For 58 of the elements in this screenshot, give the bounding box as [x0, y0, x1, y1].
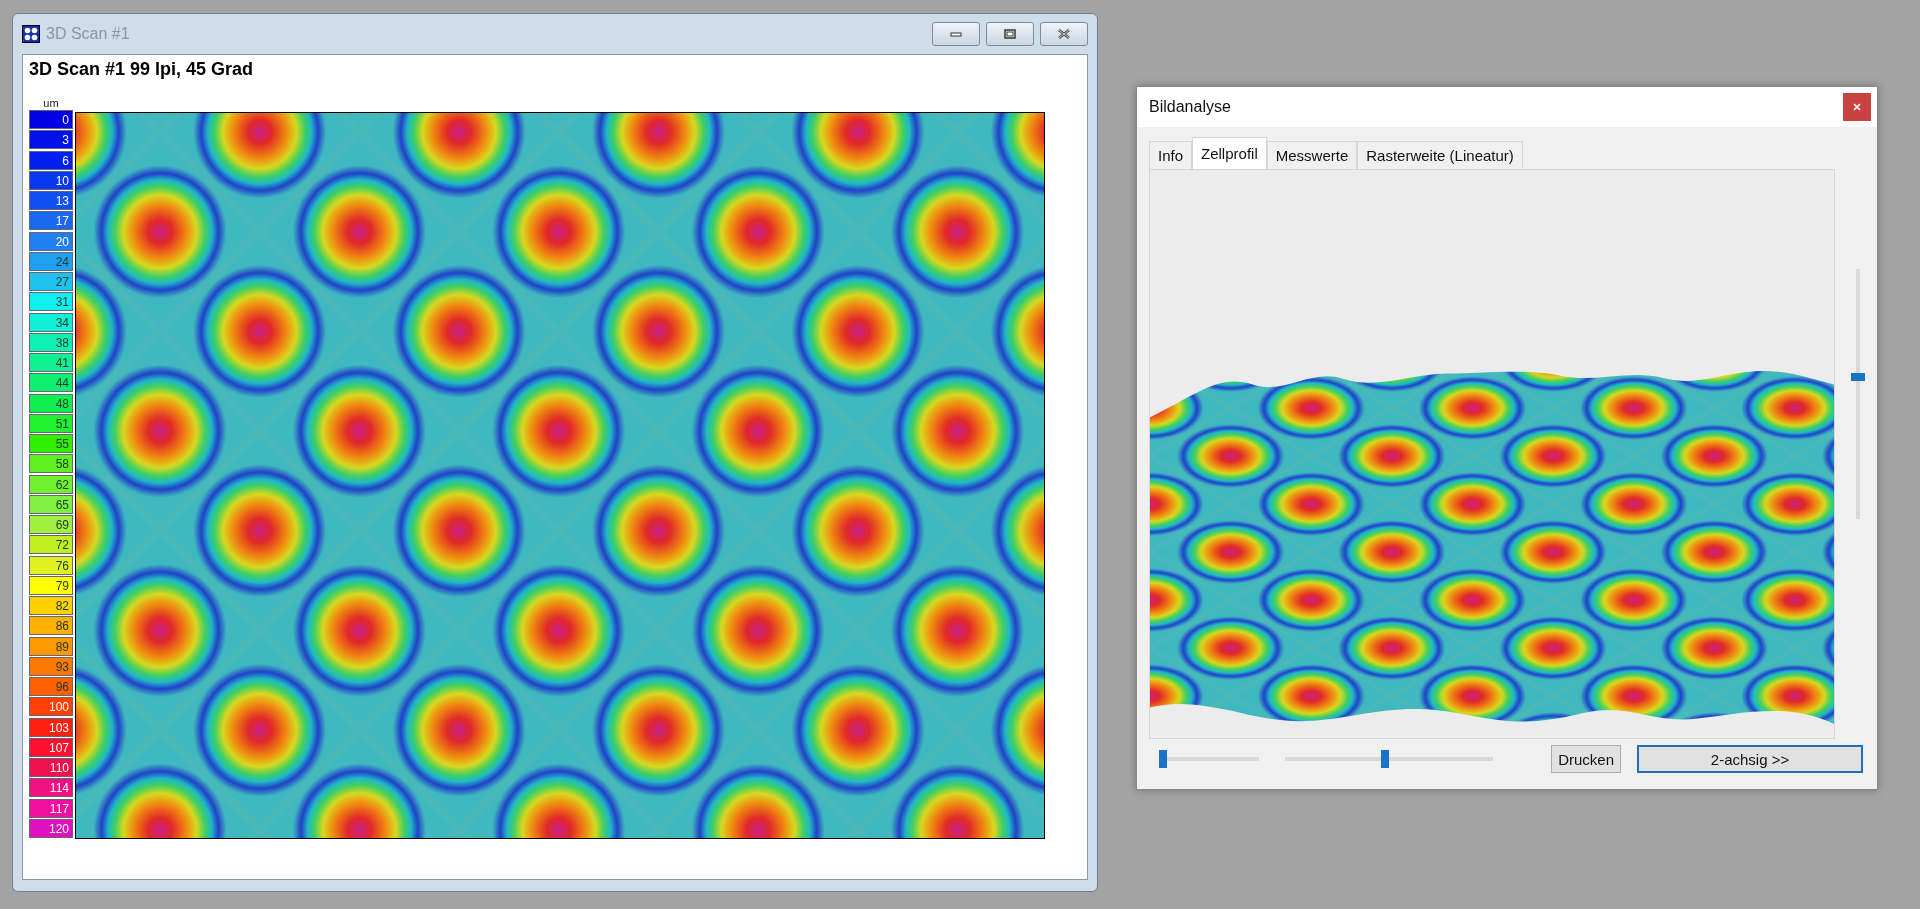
dialog-title: Bildanalyse — [1149, 98, 1231, 116]
legend-unit: um — [42, 96, 60, 110]
legend-swatch: 76 — [29, 555, 73, 575]
maximize-icon — [1004, 29, 1016, 39]
legend-swatch: 58 — [29, 454, 73, 474]
legend-swatch: 24 — [29, 251, 73, 271]
legend-swatch: 13 — [29, 191, 73, 210]
legend-swatch: 120 — [29, 818, 73, 838]
close-button[interactable] — [1843, 93, 1871, 121]
tab[interactable]: Messwerte — [1266, 141, 1358, 169]
legend-swatch: 117 — [29, 798, 73, 818]
legend-swatch: 27 — [29, 272, 73, 291]
scan-heading: 3D Scan #1 99 lpi, 45 Grad — [29, 59, 255, 80]
legend-swatch: 44 — [29, 373, 73, 393]
close-icon — [1852, 102, 1862, 112]
legend-swatch: 65 — [29, 494, 73, 514]
legend-swatch: 82 — [29, 596, 73, 615]
legend-swatch: 48 — [29, 393, 73, 413]
slider-thumb[interactable] — [1159, 750, 1167, 768]
legend-swatch: 51 — [29, 413, 73, 433]
legend-swatch: 10 — [29, 170, 73, 190]
legend-swatch: 93 — [29, 656, 73, 676]
legend-swatch: 107 — [29, 737, 73, 757]
tab[interactable]: Zellprofil — [1192, 137, 1267, 169]
close-icon — [1057, 29, 1071, 39]
maximize-button[interactable] — [986, 22, 1034, 46]
legend-swatch: 114 — [29, 778, 73, 798]
legend-swatch: 34 — [29, 312, 73, 332]
slider-thumb[interactable] — [1381, 750, 1389, 768]
tab[interactable]: Info — [1149, 141, 1193, 169]
window-title: 3D Scan #1 — [46, 25, 130, 43]
legend-swatch: 86 — [29, 616, 73, 636]
legend-swatch: 0 — [29, 110, 73, 129]
legend-swatch: 110 — [29, 758, 73, 777]
tab[interactable]: Rasterweite (Lineatur) — [1357, 141, 1523, 169]
legend-swatch: 89 — [29, 636, 73, 656]
legend-swatch: 103 — [29, 717, 73, 737]
app-icon — [22, 25, 40, 43]
minimize-button[interactable] — [932, 22, 980, 46]
legend-swatch: 31 — [29, 292, 73, 312]
dialog-button[interactable]: 2-achsig >> — [1637, 745, 1863, 773]
legend-swatch: 17 — [29, 211, 73, 231]
legend-swatch: 100 — [29, 697, 73, 717]
slider-thumb[interactable] — [1851, 373, 1866, 382]
legend-swatch: 72 — [29, 535, 73, 555]
legend-swatch: 55 — [29, 434, 73, 453]
legend-swatch: 41 — [29, 353, 73, 372]
close-button[interactable] — [1040, 22, 1088, 46]
minimize-icon — [950, 30, 962, 38]
legend-swatch: 20 — [29, 231, 73, 251]
legend-swatch: 96 — [29, 677, 73, 696]
legend-swatch: 69 — [29, 515, 73, 534]
dialog-button[interactable]: Drucken — [1551, 745, 1621, 773]
legend-swatch: 79 — [29, 575, 73, 595]
legend-swatch: 62 — [29, 474, 73, 494]
legend-swatch: 3 — [29, 130, 73, 150]
legend-swatch: 38 — [29, 332, 73, 352]
legend-swatch: 6 — [29, 150, 73, 170]
